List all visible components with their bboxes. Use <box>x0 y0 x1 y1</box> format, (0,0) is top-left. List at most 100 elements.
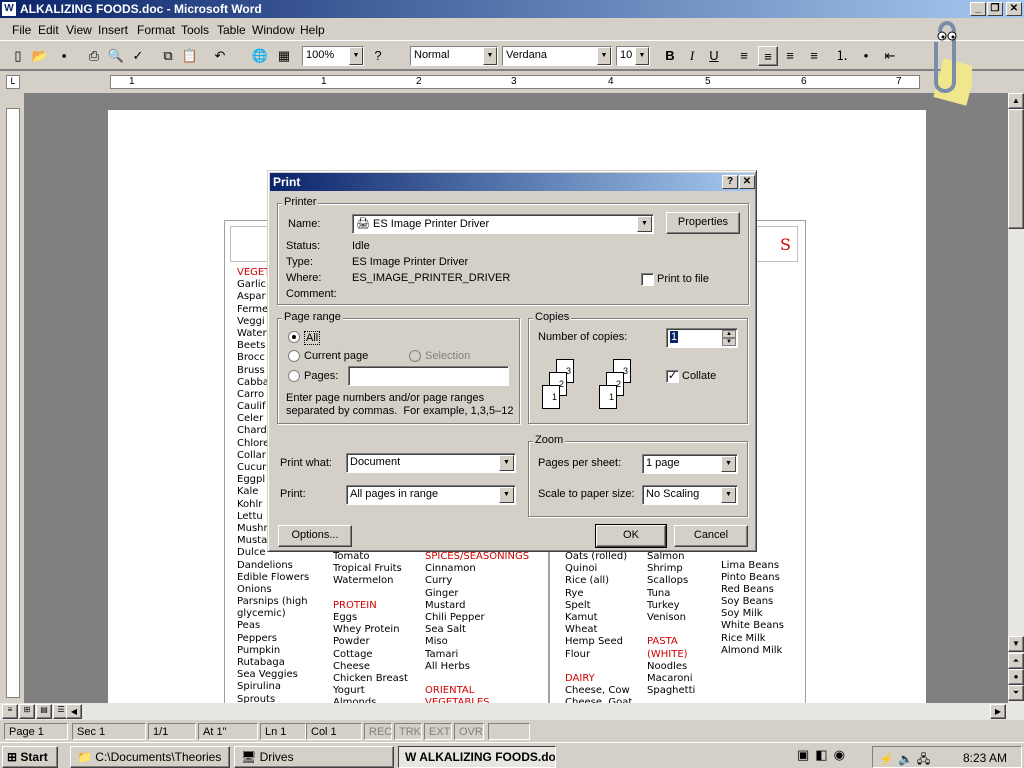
print-what-select[interactable]: Document ▼ <box>346 453 516 473</box>
collate-checkbox[interactable]: ✓ <box>666 370 679 383</box>
clock[interactable]: 8:23 AM <box>963 751 1007 765</box>
align-right-icon[interactable]: ≡ <box>780 46 800 66</box>
select-browse-object-icon[interactable]: ● <box>1008 669 1024 685</box>
status-ext[interactable]: EXT <box>424 723 452 740</box>
align-center-icon[interactable]: ≡ <box>758 46 778 66</box>
paste-icon[interactable]: 📋 <box>180 46 200 66</box>
collate-label[interactable]: Collate <box>682 370 716 382</box>
align-left-icon[interactable]: ≡ <box>734 46 754 66</box>
spin-down-icon[interactable]: ▼ <box>722 338 736 346</box>
menu-help[interactable]: Help <box>300 23 325 37</box>
undo-icon[interactable]: ↶ <box>210 46 230 66</box>
all-radio[interactable] <box>288 331 300 343</box>
print-preview-icon[interactable]: 🔍 <box>106 46 126 66</box>
next-page-icon[interactable]: ⏷ <box>1008 685 1024 701</box>
style-combo[interactable]: Normal ▼ <box>410 46 498 66</box>
pages-label[interactable]: Pages: <box>304 370 338 382</box>
menu-table[interactable]: Table <box>217 23 246 37</box>
web-layout-icon[interactable]: ⊞ <box>19 704 35 719</box>
tab-selector-icon[interactable]: L <box>6 75 20 89</box>
minimize-button[interactable]: _ <box>970 2 986 16</box>
pages-per-sheet-select[interactable]: 1 page ▼ <box>642 454 738 474</box>
chevron-down-icon[interactable]: ▼ <box>635 47 649 65</box>
print-to-file-label[interactable]: Print to file <box>657 273 709 285</box>
open-folder-icon[interactable]: 📂 <box>30 46 50 66</box>
font-combo[interactable]: Verdana ▼ <box>502 46 612 66</box>
print-select[interactable]: All pages in range ▼ <box>346 485 516 505</box>
scroll-right-icon[interactable]: ▶ <box>990 704 1006 719</box>
copy-icon[interactable]: ⧉ <box>158 46 178 66</box>
horizontal-scrollbar[interactable]: ≡ ⊞ ▤ ☰ ◀ ▶ <box>0 703 1024 720</box>
restore-button[interactable]: ❐ <box>987 2 1003 16</box>
help-button[interactable]: ? <box>722 175 738 189</box>
current-page-label[interactable]: Current page <box>304 350 368 362</box>
justify-icon[interactable]: ≡ <box>804 46 824 66</box>
menu-file[interactable]: File <box>12 23 31 37</box>
chevron-down-icon[interactable]: ▼ <box>483 47 497 65</box>
dialog-close-button[interactable]: ✕ <box>739 175 755 189</box>
copies-input[interactable]: 1 ▲ ▼ <box>666 328 738 348</box>
properties-button[interactable]: Properties <box>666 212 740 234</box>
tray-icons[interactable]: ⚡🔈🖧 <box>879 752 934 766</box>
menu-insert[interactable]: Insert <box>98 23 128 37</box>
taskbar-item-drives[interactable]: 🖥 Drives <box>234 746 394 768</box>
pages-input[interactable] <box>348 366 509 386</box>
window-titlebar[interactable]: W ALKALIZING FOODS.doc - Microsoft Word … <box>0 0 1024 18</box>
word-app-icon[interactable]: W <box>2 2 16 16</box>
options-button[interactable]: Options... <box>278 525 352 547</box>
menu-window[interactable]: Window <box>252 23 295 37</box>
chevron-down-icon[interactable]: ▼ <box>499 487 514 503</box>
status-ovr[interactable]: OVR <box>454 723 484 740</box>
office-assistant-paperclip-icon[interactable] <box>918 12 977 108</box>
scroll-up-icon[interactable]: ▲ <box>1008 93 1024 109</box>
dialog-titlebar[interactable]: Print ? ✕ <box>270 173 755 191</box>
decrease-indent-icon[interactable]: ⇤ <box>880 46 900 66</box>
print-to-file-checkbox[interactable] <box>641 273 654 286</box>
vertical-ruler-bar[interactable] <box>6 108 20 698</box>
numbered-list-icon[interactable]: ⒈ <box>832 46 852 66</box>
menu-tools[interactable]: Tools <box>181 23 209 37</box>
taskbar-item-explorer[interactable]: 📁 C:\Documents\Theories <box>70 746 230 768</box>
bold-button[interactable]: B <box>660 46 680 66</box>
spin-up-icon[interactable]: ▲ <box>722 330 736 338</box>
chevron-down-icon[interactable]: ▼ <box>721 487 736 503</box>
all-label[interactable]: All <box>304 331 321 345</box>
scroll-down-icon[interactable]: ▼ <box>1008 636 1024 652</box>
scale-select[interactable]: No Scaling ▼ <box>642 485 738 505</box>
bullet-list-icon[interactable]: • <box>856 46 876 66</box>
ruler-bar[interactable]: 1 1 2 3 4 5 6 7 <box>110 75 920 89</box>
taskbar-item-word[interactable]: W ALKALIZING FOODS.do... <box>398 746 556 768</box>
previous-page-icon[interactable]: ⏶ <box>1008 653 1024 669</box>
vertical-scrollbar[interactable]: ▲ ▼ ⏶ ● ⏷ <box>1008 93 1024 703</box>
spelling-icon[interactable]: ✓ <box>128 46 148 66</box>
italic-button[interactable]: I <box>682 46 702 66</box>
normal-view-icon[interactable]: ≡ <box>2 704 18 719</box>
scroll-thumb[interactable] <box>1008 109 1024 229</box>
print-icon[interactable]: ⎙ <box>84 46 104 66</box>
new-document-icon[interactable]: ▯ <box>8 46 28 66</box>
chevron-down-icon[interactable]: ▼ <box>597 47 611 65</box>
print-layout-icon[interactable]: ▤ <box>36 704 52 719</box>
selection-radio[interactable] <box>409 350 421 362</box>
help-icon[interactable]: ? <box>368 46 388 66</box>
close-button[interactable]: ✕ <box>1006 2 1022 16</box>
hyperlink-icon[interactable]: 🌐 <box>250 46 270 66</box>
chevron-down-icon[interactable]: ▼ <box>349 47 363 65</box>
menu-edit[interactable]: Edit <box>38 23 59 37</box>
selection-label[interactable]: Selection <box>425 350 470 362</box>
font-size-combo[interactable]: 10 ▼ <box>616 46 650 66</box>
menu-view[interactable]: View <box>66 23 92 37</box>
chevron-down-icon[interactable]: ▼ <box>637 216 652 232</box>
zoom-combo[interactable]: 100% ▼ <box>302 46 364 66</box>
status-rec[interactable]: REC <box>364 723 392 740</box>
table-icon[interactable]: ▦ <box>274 46 294 66</box>
save-icon[interactable]: ▪ <box>54 46 74 66</box>
scroll-left-icon[interactable]: ◀ <box>66 704 82 719</box>
status-trk[interactable]: TRK <box>394 723 422 740</box>
cancel-button[interactable]: Cancel <box>674 525 748 547</box>
pages-radio[interactable] <box>288 370 300 382</box>
ok-button[interactable]: OK <box>595 524 667 548</box>
quick-launch-icons[interactable]: ▣◧◉ <box>797 745 867 767</box>
current-page-radio[interactable] <box>288 350 300 362</box>
start-button[interactable]: ⊞ Start <box>2 746 58 768</box>
